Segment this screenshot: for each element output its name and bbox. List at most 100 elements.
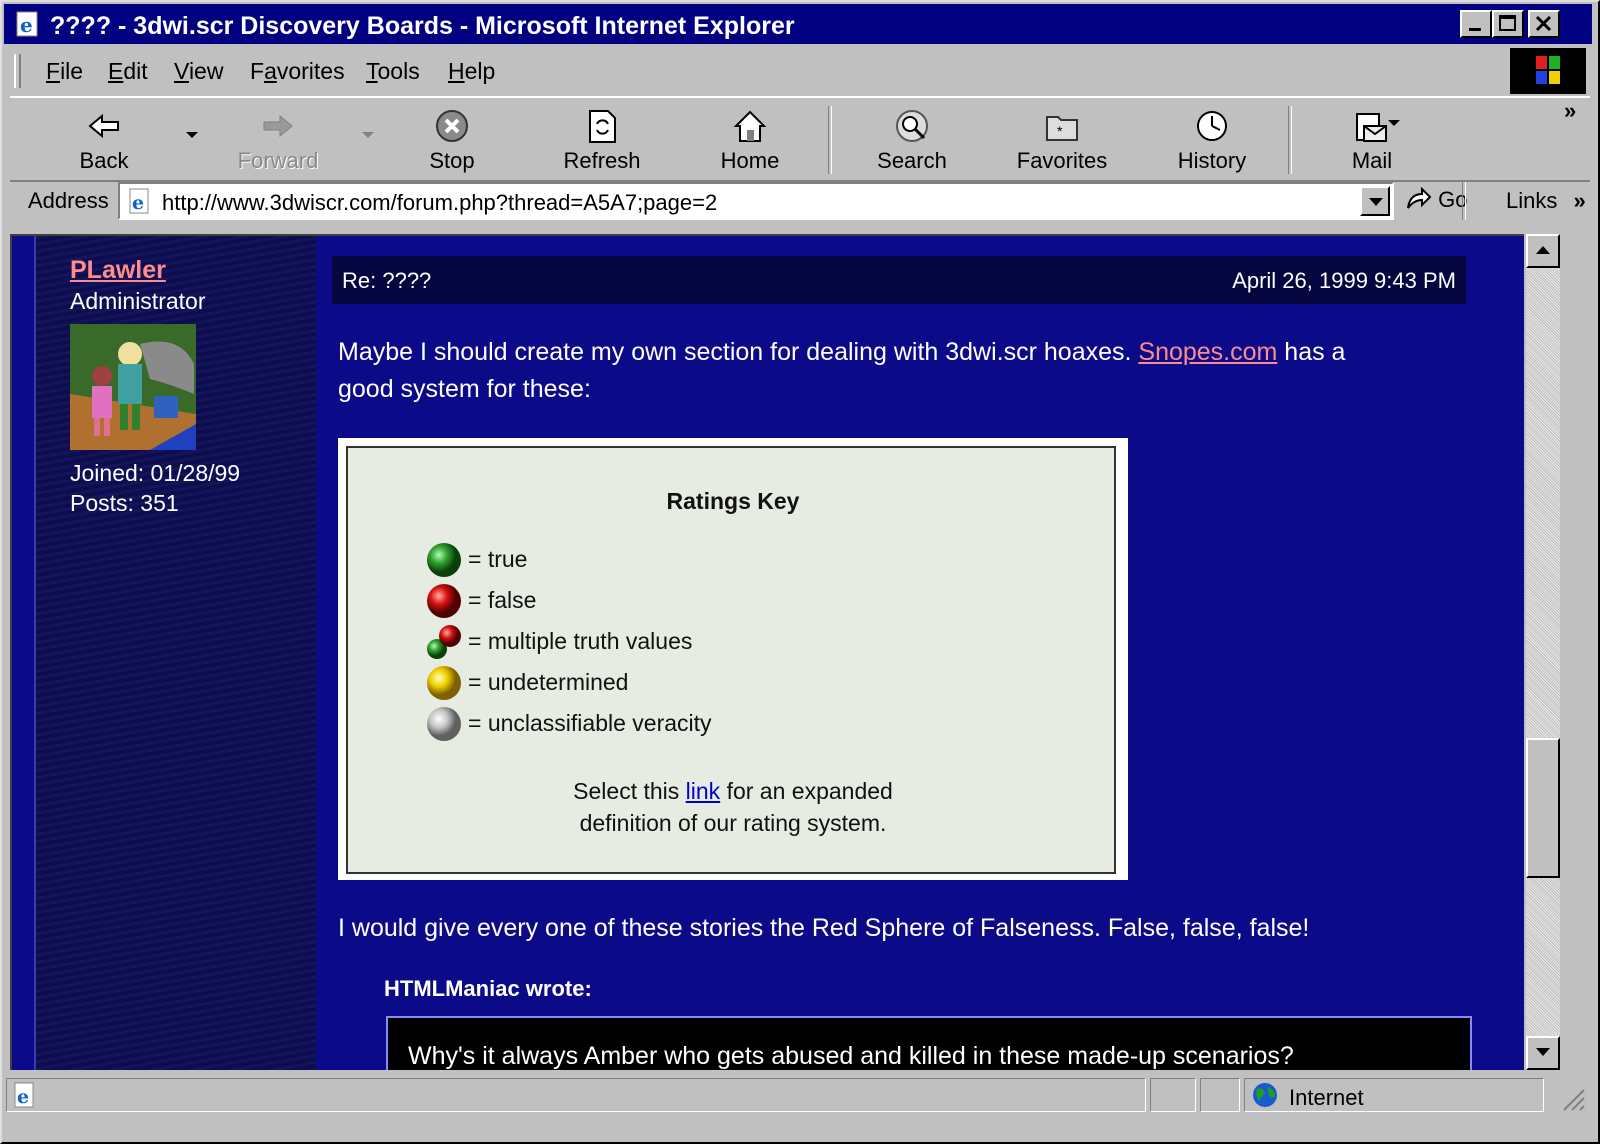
- menu-view[interactable]: View: [174, 58, 223, 85]
- menu-help[interactable]: Help: [448, 58, 495, 85]
- favorites-folder-icon: *: [1046, 116, 1078, 141]
- forward-button[interactable]: Forward: [218, 102, 338, 176]
- author-joined: Joined: 01/28/99: [70, 460, 241, 486]
- status-message-pane: e: [6, 1078, 1146, 1112]
- search-button[interactable]: Search: [852, 102, 972, 176]
- title-bar: e ???? - 3dwi.scr Discovery Boards - Mic…: [4, 4, 1592, 44]
- page-content: PLawler Administrator Joined: 01/28/99 P…: [10, 234, 1524, 1070]
- links-button[interactable]: Links »: [1506, 188, 1586, 214]
- author-name-link[interactable]: PLawler: [70, 256, 166, 285]
- home-button[interactable]: Home: [690, 102, 810, 176]
- refresh-button[interactable]: Refresh: [542, 102, 662, 176]
- svg-text:e: e: [17, 1086, 29, 1108]
- home-icon: [733, 110, 767, 142]
- status-bar: e Internet: [6, 1076, 1592, 1114]
- mail-button[interactable]: Mail: [1312, 102, 1432, 176]
- post-date: April 26, 1999 9:43 PM: [1232, 268, 1456, 293]
- author-posts: Posts: 351: [70, 490, 179, 516]
- resize-grip-icon[interactable]: [1558, 1084, 1586, 1112]
- ie-status-icon: e: [14, 1082, 34, 1108]
- go-button[interactable]: Go: [1404, 186, 1467, 213]
- address-url: http://www.3dwiscr.com/forum.php?thread=…: [162, 190, 718, 215]
- post-intro: Maybe I should create my own section for…: [338, 338, 1346, 403]
- mail-dropdown-arrow[interactable]: [1388, 120, 1400, 126]
- close-button[interactable]: [1528, 10, 1560, 38]
- toolbar-overflow-chevron[interactable]: »: [1564, 98, 1576, 124]
- menu-edit[interactable]: Edit: [108, 58, 148, 85]
- scroll-down-button[interactable]: [1526, 1036, 1560, 1070]
- minimize-button[interactable]: [1460, 10, 1492, 38]
- back-button[interactable]: Back: [44, 102, 164, 176]
- author-sidebar: PLawler Administrator Joined: 01/28/99 P…: [34, 236, 316, 1070]
- history-button[interactable]: History: [1152, 102, 1272, 176]
- post-header: Re: ???? April 26, 1999 9:43 PM: [332, 256, 1466, 304]
- scroll-up-button[interactable]: [1526, 234, 1560, 268]
- address-dropdown-button[interactable]: [1360, 186, 1390, 216]
- post-subject: Re: ????: [342, 268, 432, 293]
- white-sphere-icon: [427, 707, 461, 741]
- windows-flag-icon: [1536, 56, 1560, 84]
- toolbar-separator: [828, 106, 832, 174]
- windows-logo: [1510, 48, 1586, 94]
- status-zone-label: Internet: [1289, 1085, 1364, 1110]
- svg-text:e: e: [20, 13, 33, 37]
- author-role: Administrator: [70, 288, 206, 314]
- stop-icon: [436, 110, 468, 142]
- address-bar: Address e http://www.3dwiscr.com/forum.p…: [10, 180, 1590, 224]
- snopes-link[interactable]: Snopes.com: [1138, 338, 1277, 366]
- back-arrow-icon: [88, 113, 119, 139]
- stop-button[interactable]: Stop: [392, 102, 512, 176]
- mail-icon: [1356, 113, 1387, 142]
- links-overflow-chevron[interactable]: »: [1573, 188, 1585, 213]
- ratings-key-box: Ratings Key = true = false = multiple tr…: [338, 438, 1128, 880]
- ratings-key-title: Ratings Key: [666, 488, 800, 514]
- quote-text: Why's it always Amber who gets abused an…: [408, 1042, 1294, 1070]
- history-clock-icon: [1197, 111, 1227, 141]
- ratings-key-footer-line1: Select this link for an expanded: [573, 778, 893, 804]
- quote-author: HTMLManiac wrote:: [384, 976, 592, 1001]
- favorites-button[interactable]: * Favorites: [1002, 102, 1122, 176]
- address-separator: [1462, 182, 1466, 220]
- svg-text:e: e: [132, 192, 144, 214]
- maximize-icon: [1499, 15, 1516, 31]
- window-title: ???? - 3dwi.scr Discovery Boards - Micro…: [50, 12, 795, 40]
- menu-file[interactable]: File: [46, 58, 83, 85]
- status-zone-pane: Internet: [1244, 1078, 1544, 1112]
- red-sphere-icon: [427, 584, 461, 618]
- menu-bar: File Edit View Favorites Tools Help: [10, 50, 1508, 92]
- forward-dropdown-arrow[interactable]: [362, 132, 374, 138]
- maximize-button[interactable]: [1492, 10, 1524, 38]
- ratings-key-panel: Ratings Key = true = false = multiple tr…: [346, 446, 1116, 874]
- post-closing: I would give every one of these stories …: [338, 914, 1310, 942]
- back-dropdown-arrow[interactable]: [186, 132, 198, 138]
- scroll-up-arrow-icon: [1536, 246, 1550, 254]
- status-pane-blank-1: [1150, 1078, 1196, 1112]
- go-arrow-icon: [1407, 186, 1432, 209]
- svg-text:*: *: [1057, 123, 1063, 139]
- ratings-key-footer-line2: definition of our rating system.: [579, 810, 887, 836]
- links-label: Links: [1506, 188, 1558, 213]
- quote-box: Why's it always Amber who gets abused an…: [386, 1016, 1472, 1070]
- page-icon: e: [129, 188, 149, 214]
- address-input[interactable]: e http://www.3dwiscr.com/forum.php?threa…: [118, 182, 1394, 220]
- ie-page-icon: e: [16, 11, 38, 37]
- scroll-down-arrow-icon: [1536, 1048, 1550, 1056]
- menu-favorites[interactable]: Favorites: [250, 58, 345, 85]
- yellow-sphere-icon: [427, 666, 461, 700]
- green-sphere-icon: [427, 543, 461, 577]
- scroll-thumb[interactable]: [1526, 738, 1560, 878]
- rating-system-link[interactable]: link: [686, 778, 721, 804]
- globe-icon: [1253, 1083, 1277, 1107]
- minimize-icon: [1469, 28, 1481, 31]
- close-icon: [1535, 15, 1552, 32]
- toolbar-separator: [1288, 106, 1292, 174]
- red-green-spheres-icon: [427, 625, 461, 659]
- status-pane-blank-2: [1200, 1078, 1240, 1112]
- standard-toolbar: Back Forward Stop Refresh Home Search * …: [10, 96, 1590, 182]
- menu-grip[interactable]: [14, 54, 21, 88]
- search-icon: [896, 110, 928, 142]
- forward-arrow-icon: [263, 114, 293, 138]
- menu-tools[interactable]: Tools: [366, 58, 420, 85]
- vertical-scrollbar[interactable]: [1526, 234, 1560, 1070]
- author-avatar: [70, 324, 196, 450]
